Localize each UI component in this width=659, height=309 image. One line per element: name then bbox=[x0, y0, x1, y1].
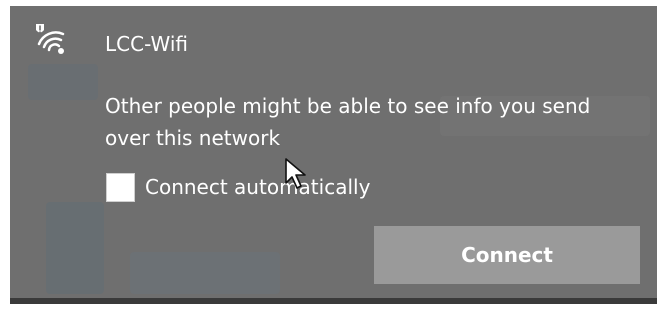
wifi-warning-icon bbox=[36, 24, 65, 54]
network-flyout: LCC-Wifi Other people might be able to s… bbox=[10, 6, 657, 304]
network-item-selected[interactable]: LCC-Wifi Other people might be able to s… bbox=[10, 6, 657, 298]
connect-automatically-option[interactable]: Connect automatically bbox=[106, 170, 370, 204]
connect-automatically-checkbox[interactable] bbox=[106, 172, 135, 202]
connect-button[interactable]: Connect bbox=[374, 226, 640, 284]
network-name: LCC-Wifi bbox=[105, 32, 188, 56]
security-warning-text: Other people might be able to see info y… bbox=[105, 94, 591, 150]
connect-automatically-label: Connect automatically bbox=[145, 175, 371, 199]
taskbar-edge bbox=[10, 298, 657, 304]
